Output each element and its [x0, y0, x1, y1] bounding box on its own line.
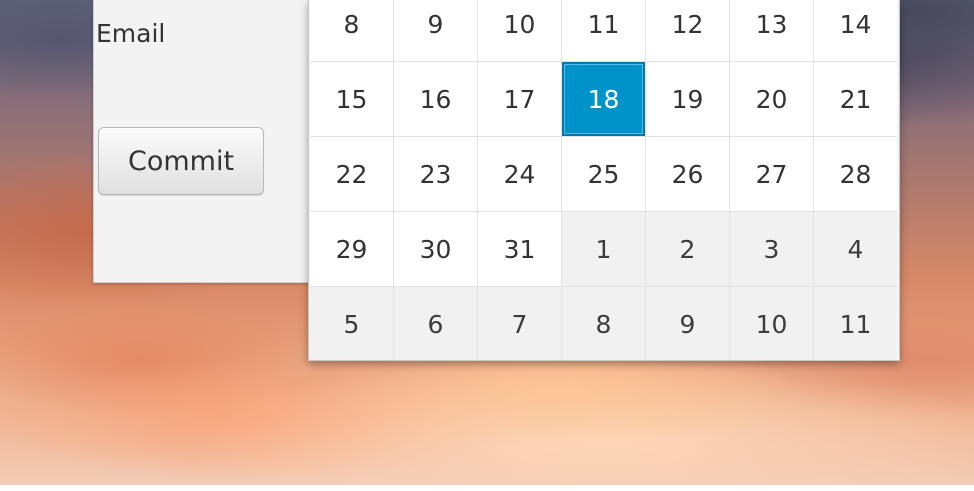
calendar-day[interactable]: 29	[310, 212, 393, 286]
calendar-day[interactable]: 9	[394, 0, 477, 61]
calendar-day[interactable]: 26	[646, 137, 729, 211]
calendar-day-other-month[interactable]: 5	[310, 287, 393, 360]
calendar-day[interactable]: 21	[814, 62, 897, 136]
calendar-grid: 8 9 10 11 12 13 14 15 16 17 18 19 20 21 22 23 24 25 26 27 28…	[310, 0, 897, 360]
calendar-day[interactable]: 31	[478, 212, 561, 286]
calendar-day[interactable]: 16	[394, 62, 477, 136]
calendar-day[interactable]: 22	[310, 137, 393, 211]
calendar-day[interactable]: 17	[478, 62, 561, 136]
calendar-day-other-month[interactable]: 2	[646, 212, 729, 286]
desktop-background: Email Commit 8 9 10 11 12 13 14 15 16 17 18 19 20 21 2…	[0, 0, 974, 491]
calendar-day[interactable]: 20	[730, 62, 813, 136]
calendar-day-other-month[interactable]: 11	[814, 287, 897, 360]
calendar-day[interactable]: 23	[394, 137, 477, 211]
calendar-day-other-month[interactable]: 6	[394, 287, 477, 360]
date-picker-popup: 8 9 10 11 12 13 14 15 16 17 18 19 20 21 22 23 24 25 26 27 28…	[308, 0, 900, 361]
email-label: Email	[96, 19, 166, 48]
calendar-day[interactable]: 19	[646, 62, 729, 136]
calendar-day-other-month[interactable]: 8	[562, 287, 645, 360]
calendar-day[interactable]: 15	[310, 62, 393, 136]
calendar-day-selected[interactable]: 18	[562, 62, 645, 136]
commit-button[interactable]: Commit	[98, 127, 264, 195]
calendar-day-other-month[interactable]: 9	[646, 287, 729, 360]
form-window: Email Commit	[93, 0, 309, 283]
calendar-day[interactable]: 11	[562, 0, 645, 61]
calendar-day[interactable]: 10	[478, 0, 561, 61]
calendar-day-other-month[interactable]: 1	[562, 212, 645, 286]
calendar-day[interactable]: 30	[394, 212, 477, 286]
calendar-day[interactable]: 24	[478, 137, 561, 211]
calendar-day[interactable]: 14	[814, 0, 897, 61]
calendar-day[interactable]: 25	[562, 137, 645, 211]
calendar-day[interactable]: 27	[730, 137, 813, 211]
calendar-day[interactable]: 12	[646, 0, 729, 61]
calendar-day[interactable]: 28	[814, 137, 897, 211]
calendar-day-other-month[interactable]: 10	[730, 287, 813, 360]
calendar-day-other-month[interactable]: 7	[478, 287, 561, 360]
calendar-day-other-month[interactable]: 4	[814, 212, 897, 286]
calendar-day-other-month[interactable]: 3	[730, 212, 813, 286]
screen-bottom-edge	[0, 485, 974, 491]
calendar-day[interactable]: 8	[310, 0, 393, 61]
calendar-day[interactable]: 13	[730, 0, 813, 61]
